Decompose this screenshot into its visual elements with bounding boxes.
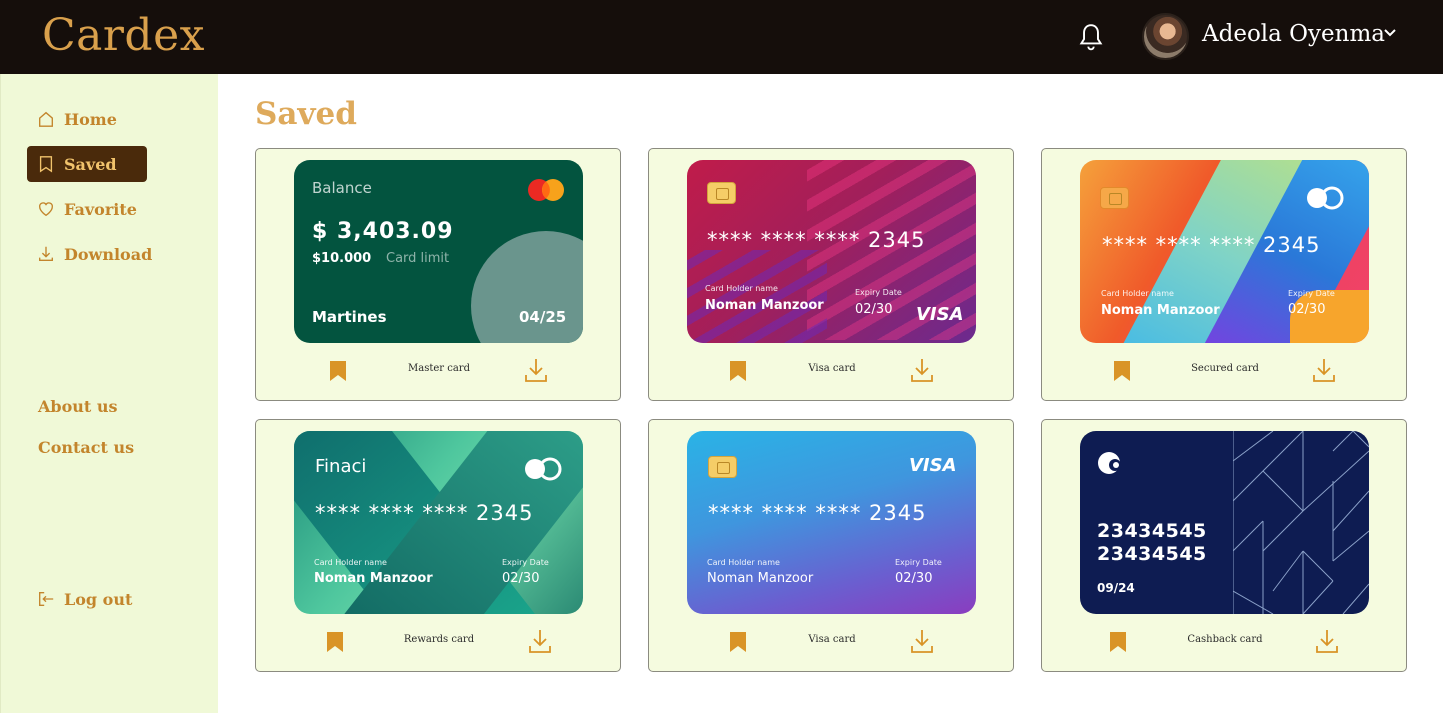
bookmark-icon: [39, 156, 53, 173]
expiry-label: Expiry Date: [855, 288, 902, 297]
card-image-secured[interactable]: **** **** **** 2345 Card Holder name Nom…: [1080, 160, 1369, 343]
bell-icon[interactable]: [1078, 22, 1104, 52]
card-number-line-1: 23434545: [1097, 520, 1207, 542]
visa-logo: VISA: [916, 304, 964, 325]
page-title: Saved: [255, 96, 357, 132]
card-expiry: 09/24: [1097, 581, 1135, 595]
expiry-label: Expiry Date: [502, 558, 549, 567]
card-label: Visa card: [808, 634, 856, 645]
decor-stripes: [687, 250, 827, 343]
card-holder: Noman Manzoor: [1101, 303, 1220, 318]
card-image-rewards[interactable]: Finaci **** **** **** 2345 Card Holder n…: [294, 431, 583, 614]
card-image-visa[interactable]: **** **** **** 2345 Card Holder name Nom…: [687, 160, 976, 343]
app-logo[interactable]: Cardex: [42, 10, 205, 61]
card-label: Master card: [408, 363, 470, 374]
saved-card-tile[interactable]: **** **** **** 2345 Card Holder name Nom…: [648, 148, 1014, 401]
sidebar-item-label: Favorite: [64, 199, 137, 219]
sidebar-item-label: Home: [64, 109, 117, 129]
expiry-label: Expiry Date: [1288, 289, 1335, 298]
card-brand-icon: [525, 457, 562, 481]
card-holder: Noman Manzoor: [705, 298, 824, 313]
holder-label: Card Holder name: [707, 558, 780, 567]
download-icon[interactable]: [1312, 357, 1336, 383]
chip-icon: [1100, 187, 1129, 209]
bank-name: Finaci: [315, 456, 367, 477]
balance-label: Balance: [312, 179, 372, 197]
user-avatar[interactable]: [1142, 13, 1189, 60]
home-icon: [39, 111, 53, 127]
download-icon[interactable]: [910, 357, 934, 383]
saved-card-tile[interactable]: Balance $ 3,403.09 $10.000 Card limit Ma…: [255, 148, 621, 401]
card-label: Cashback card: [1187, 634, 1263, 645]
download-icon[interactable]: [1315, 628, 1339, 654]
card-image-master[interactable]: Balance $ 3,403.09 $10.000 Card limit Ma…: [294, 160, 583, 343]
saved-card-tile[interactable]: 23434545 23434545 09/24 Cashback card: [1041, 419, 1407, 672]
contact-us-link[interactable]: Contact us: [38, 438, 134, 457]
download-icon[interactable]: [528, 628, 552, 654]
chip-icon: [708, 456, 737, 478]
card-expiry: 02/30: [855, 302, 893, 317]
saved-card-tile[interactable]: **** **** **** 2345 Card Holder name Nom…: [1041, 148, 1407, 401]
decor-geometric-pattern: [1233, 431, 1369, 614]
expiry-label: Expiry Date: [895, 558, 942, 567]
mastercard-logo-icon: [528, 179, 564, 201]
sidebar-item-download[interactable]: Download: [27, 236, 152, 272]
saved-card-tile[interactable]: VISA **** **** **** 2345 Card Holder nam…: [648, 419, 1014, 672]
card-limit-value: $10.000: [312, 251, 372, 266]
top-bar: Cardex Adeola Oyenma: [0, 0, 1443, 74]
chip-icon: [707, 182, 736, 204]
chevron-down-icon[interactable]: [1383, 28, 1397, 38]
card-expiry: 02/30: [895, 571, 933, 586]
holder-label: Card Holder name: [1101, 289, 1174, 298]
holder-label: Card Holder name: [314, 558, 387, 567]
heart-icon: [39, 202, 53, 217]
card-number-line-2: 23434545: [1097, 543, 1207, 565]
sidebar: Home Saved Favorite Download About us Co…: [0, 74, 218, 713]
card-holder: Noman Manzoor: [707, 571, 814, 586]
sidebar-item-favorite[interactable]: Favorite: [27, 191, 147, 227]
card-image-cashback[interactable]: 23434545 23434545 09/24: [1080, 431, 1369, 614]
logout-label: Log out: [64, 589, 133, 609]
card-image-visa-blue[interactable]: VISA **** **** **** 2345 Card Holder nam…: [687, 431, 976, 614]
card-number: **** **** **** 2345: [1102, 233, 1321, 257]
sidebar-item-home[interactable]: Home: [27, 101, 147, 137]
card-limit-label: Card limit: [386, 251, 450, 266]
card-holder: Noman Manzoor: [314, 571, 433, 586]
logout-button[interactable]: Log out: [27, 581, 147, 617]
card-label: Rewards card: [403, 634, 475, 645]
card-brand-icon: [1307, 186, 1344, 210]
about-us-link[interactable]: About us: [38, 397, 118, 416]
decor-circle: [471, 231, 583, 343]
card-number: **** **** **** 2345: [707, 228, 926, 252]
card-number: **** **** **** 2345: [708, 501, 927, 525]
download-icon: [39, 246, 53, 261]
balance-value: $ 3,403.09: [312, 219, 454, 244]
saved-card-tile[interactable]: Finaci **** **** **** 2345 Card Holder n…: [255, 419, 621, 672]
user-name[interactable]: Adeola Oyenma: [1202, 21, 1385, 47]
sidebar-item-label: Saved: [64, 154, 117, 174]
download-icon[interactable]: [524, 357, 548, 383]
card-label: Visa card: [808, 363, 856, 374]
bank-logo-icon: [1098, 452, 1121, 474]
logout-icon: [39, 592, 54, 606]
visa-logo: VISA: [909, 455, 957, 476]
card-expiry: 02/30: [1288, 302, 1326, 317]
sidebar-item-label: Download: [64, 244, 153, 264]
card-expiry: 02/30: [502, 571, 540, 586]
download-icon[interactable]: [910, 628, 934, 654]
sidebar-item-saved[interactable]: Saved: [27, 146, 147, 182]
card-expiry: 04/25: [519, 308, 567, 326]
card-label: Secured card: [1191, 363, 1259, 374]
card-number: **** **** **** 2345: [315, 501, 534, 525]
holder-label: Card Holder name: [705, 284, 778, 293]
card-holder: Martines: [312, 308, 387, 326]
